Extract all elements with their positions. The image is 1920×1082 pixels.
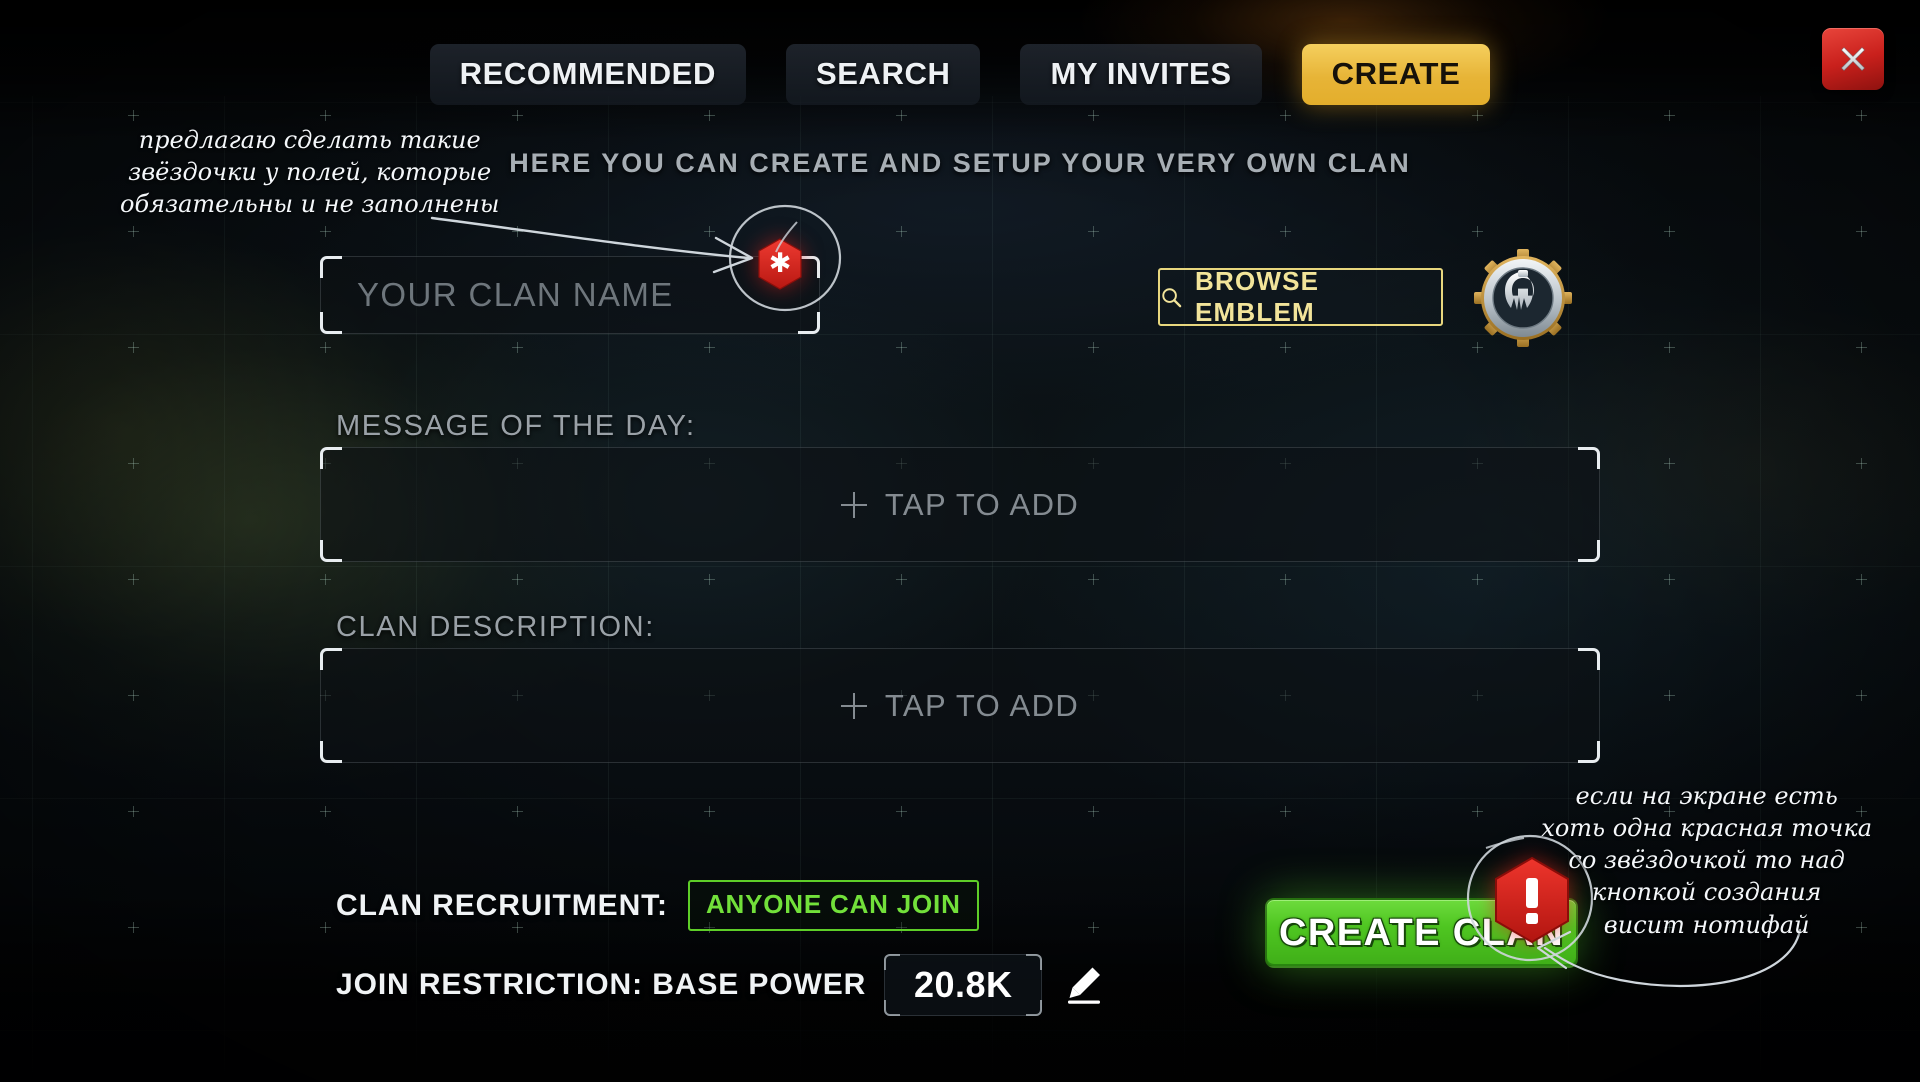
motd-placeholder: TAP TO ADD [884, 486, 1080, 522]
annotation-right-line-5: висит нотифай [1603, 910, 1810, 939]
tab-create[interactable]: CREATE [1301, 44, 1491, 105]
clan-recruitment-label: CLAN RECRUITMENT: [336, 888, 668, 922]
clan-name-placeholder: YOUR CLAN NAME [357, 276, 674, 313]
join-restriction-value: 20.8K [913, 964, 1013, 1005]
plus-icon [840, 692, 867, 719]
clan-name-input[interactable]: YOUR CLAN NAME [320, 256, 820, 334]
annotation-right-line-1: если на экране есть [1575, 782, 1838, 810]
svg-text:✱: ✱ [769, 248, 792, 279]
pencil-icon[interactable] [1060, 962, 1106, 1008]
annotation-right-line-2: хоть одна красная точка [1541, 814, 1872, 843]
clan-recruitment-value[interactable]: ANYONE CAN JOIN [687, 880, 979, 931]
motd-input[interactable]: TAP TO ADD [320, 447, 1600, 562]
join-restriction-label: JOIN RESTRICTION: BASE POWER [336, 968, 867, 1001]
browse-emblem-label: BROWSE EMBLEM [1195, 266, 1320, 327]
clan-description-input[interactable]: TAP TO ADD [320, 648, 1600, 763]
browse-emblem-button[interactable]: BROWSE EMBLEM [1158, 266, 1443, 327]
motd-label: MESSAGE OF THE DAY: [336, 410, 696, 442]
tab-search[interactable]: SEARCH [785, 44, 981, 105]
annotation-left-line-1: предлагаю сделать такие [138, 126, 481, 154]
annotation-right-line-3: со звёздочкой то над [1568, 846, 1845, 875]
join-restriction-value-box[interactable]: 20.8K [884, 954, 1043, 1016]
tab-my-invites[interactable]: MY INVITES [1020, 44, 1262, 105]
annotation-left-line-3: обязательны и не заполнены [120, 190, 500, 219]
tab-recommended[interactable]: RECOMMENDED [429, 44, 746, 105]
clan-recruitment-row: CLAN RECRUITMENT: ANYONE CAN JOIN [336, 880, 979, 931]
clan-create-screen: RECOMMENDED SEARCH MY INVITES CREATE HER… [0, 0, 1920, 1082]
search-icon [1162, 287, 1182, 307]
clan-description-placeholder: TAP TO ADD [884, 687, 1080, 723]
annotation-right-line-4: кнопкой создания [1591, 878, 1822, 907]
top-nav: RECOMMENDED SEARCH MY INVITES CREATE [0, 44, 1920, 105]
clan-description-label: CLAN DESCRIPTION: [336, 611, 655, 643]
required-field-badge: ✱ [757, 238, 803, 290]
annotation-right: если на экране есть хоть одна красная то… [1541, 780, 1872, 941]
spartan-helmet-gear-emblem-icon [1474, 249, 1572, 347]
close-icon [1840, 46, 1866, 72]
annotation-left: предлагаю сделать такие звёздочки у поле… [120, 124, 499, 220]
join-restriction-row: JOIN RESTRICTION: BASE POWER 20.8K [336, 954, 1106, 1016]
plus-icon [840, 491, 867, 518]
clan-emblem[interactable] [1473, 248, 1573, 348]
close-button[interactable] [1822, 28, 1884, 90]
annotation-left-line-2: звёздочки у полей, которые [128, 158, 492, 187]
red-hex-asterisk-icon: ✱ [758, 238, 802, 290]
